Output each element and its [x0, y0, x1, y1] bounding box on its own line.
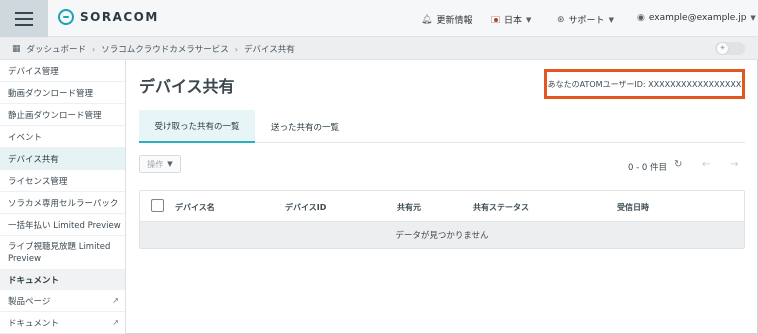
logo-text: SORACOM	[80, 10, 159, 24]
menu-toggle-button[interactable]	[0, 0, 48, 37]
sidebar-item-live-unlimited[interactable]: ライブ視聴見放題 Limited Preview	[0, 236, 125, 270]
column-received-at[interactable]: 受信日時	[617, 202, 649, 213]
chevron-down-icon: ▼	[750, 14, 756, 22]
sidebar-item-product-page[interactable]: 製品ページ ↗	[0, 290, 125, 312]
sidebar-item-image-download[interactable]: 静止画ダウンロード管理	[0, 104, 125, 126]
sidebar-section-docs: ドキュメント	[0, 270, 125, 290]
refresh-icon[interactable]: ↻	[674, 159, 682, 170]
hamburger-icon	[15, 11, 33, 14]
user-email: example@example.jp	[648, 13, 747, 23]
sidebar-item-device-share[interactable]: デバイス共有	[0, 148, 125, 170]
external-link-icon: ↗	[112, 318, 119, 327]
select-all-checkbox[interactable]	[151, 199, 164, 212]
sidebar-item-annual-payment[interactable]: 一括年払い Limited Preview	[0, 214, 125, 236]
chevron-down-icon: ▼	[167, 160, 173, 168]
column-device-name[interactable]: デバイス名	[175, 202, 215, 213]
column-share-source[interactable]: 共有元	[397, 202, 421, 213]
atom-user-id: あなたのATOMユーザーID: XXXXXXXXXXXXXXXXX	[544, 69, 745, 99]
page-title: デバイス共有	[139, 77, 235, 96]
chevron-right-icon: ›	[92, 44, 96, 54]
table-header: デバイス名 デバイスID 共有元 共有ステータス 受信日時	[140, 191, 744, 222]
soracom-logo[interactable]: SORACOM	[58, 9, 159, 25]
breadcrumb: ▦ ダッシュボード › ソラコムクラウドカメラサービス › デバイス共有 ☀	[0, 37, 758, 60]
empty-state: データが見つかりません	[140, 222, 744, 248]
sun-icon: ☀	[717, 43, 728, 54]
support-dropdown[interactable]: ⊛ サポート ▼	[557, 13, 614, 27]
tab-received-shares[interactable]: 受け取った共有の一覧	[139, 110, 255, 143]
hamburger-icon-line	[15, 23, 33, 26]
japan-flag-icon	[491, 16, 500, 23]
sidebar-item-label: ドキュメント	[8, 318, 60, 329]
sidebar-item-documents[interactable]: ドキュメント ↗	[0, 312, 125, 334]
external-link-icon: ↗	[112, 296, 119, 305]
sidebar-item-cellular-pack[interactable]: ソラカメ専用セルラーパック	[0, 192, 125, 214]
operation-dropdown[interactable]: 操作 ▼	[139, 155, 181, 173]
sidebar-item-device-management[interactable]: デバイス管理	[0, 60, 125, 82]
previous-page-icon[interactable]: ←	[702, 159, 710, 170]
language-dropdown[interactable]: 日本 ▼	[491, 13, 531, 26]
shares-table: デバイス名 デバイスID 共有元 共有ステータス 受信日時 データが見つかりませ…	[139, 190, 745, 249]
news-link[interactable]: 🔔︎ 更新情報	[421, 13, 473, 27]
sidebar-item-events[interactable]: イベント	[0, 126, 125, 148]
tab-sent-shares[interactable]: 送った共有の一覧	[255, 110, 355, 143]
lifebuoy-icon: ⊛	[557, 14, 565, 25]
sidebar-item-label: 製品ページ	[8, 296, 51, 307]
hamburger-icon-line	[15, 17, 33, 20]
user-menu-dropdown[interactable]: ◉ example@example.jp ▼	[637, 13, 756, 23]
sidebar: デバイス管理 動画ダウンロード管理 静止画ダウンロード管理 イベント デバイス共…	[0, 60, 126, 334]
user-icon: ◉	[637, 13, 645, 23]
chevron-down-icon: ▼	[608, 15, 614, 24]
sidebar-item-license[interactable]: ライセンス管理	[0, 170, 125, 192]
breadcrumb-camera-service[interactable]: ソラコムクラウドカメラサービス	[101, 43, 229, 55]
breadcrumb-device-share: デバイス共有	[243, 45, 295, 55]
bell-icon: 🔔︎	[421, 14, 433, 25]
support-label: サポート	[568, 16, 605, 26]
next-page-icon[interactable]: →	[730, 159, 738, 170]
news-label: 更新情報	[436, 16, 473, 26]
top-bar: SORACOM 🔔︎ 更新情報 日本 ▼ ⊛ サポート ▼ ◉ example@…	[0, 0, 758, 37]
pager-count: 0 - 0 件目	[628, 163, 667, 173]
chevron-down-icon: ▼	[526, 15, 532, 24]
operation-label: 操作	[147, 159, 164, 169]
sidebar-item-video-download[interactable]: 動画ダウンロード管理	[0, 82, 125, 104]
language-label: 日本	[504, 16, 523, 26]
dashboard-icon: ▦	[12, 44, 21, 54]
theme-toggle[interactable]: ☀	[715, 42, 745, 55]
soracom-logo-icon	[58, 9, 74, 25]
breadcrumb-dashboard[interactable]: ダッシュボード	[27, 43, 87, 55]
column-device-id[interactable]: デバイスID	[285, 202, 326, 213]
chevron-right-icon: ›	[234, 44, 238, 54]
column-share-status[interactable]: 共有ステータス	[473, 202, 529, 213]
share-tabs: 受け取った共有の一覧 送った共有の一覧	[139, 110, 745, 143]
